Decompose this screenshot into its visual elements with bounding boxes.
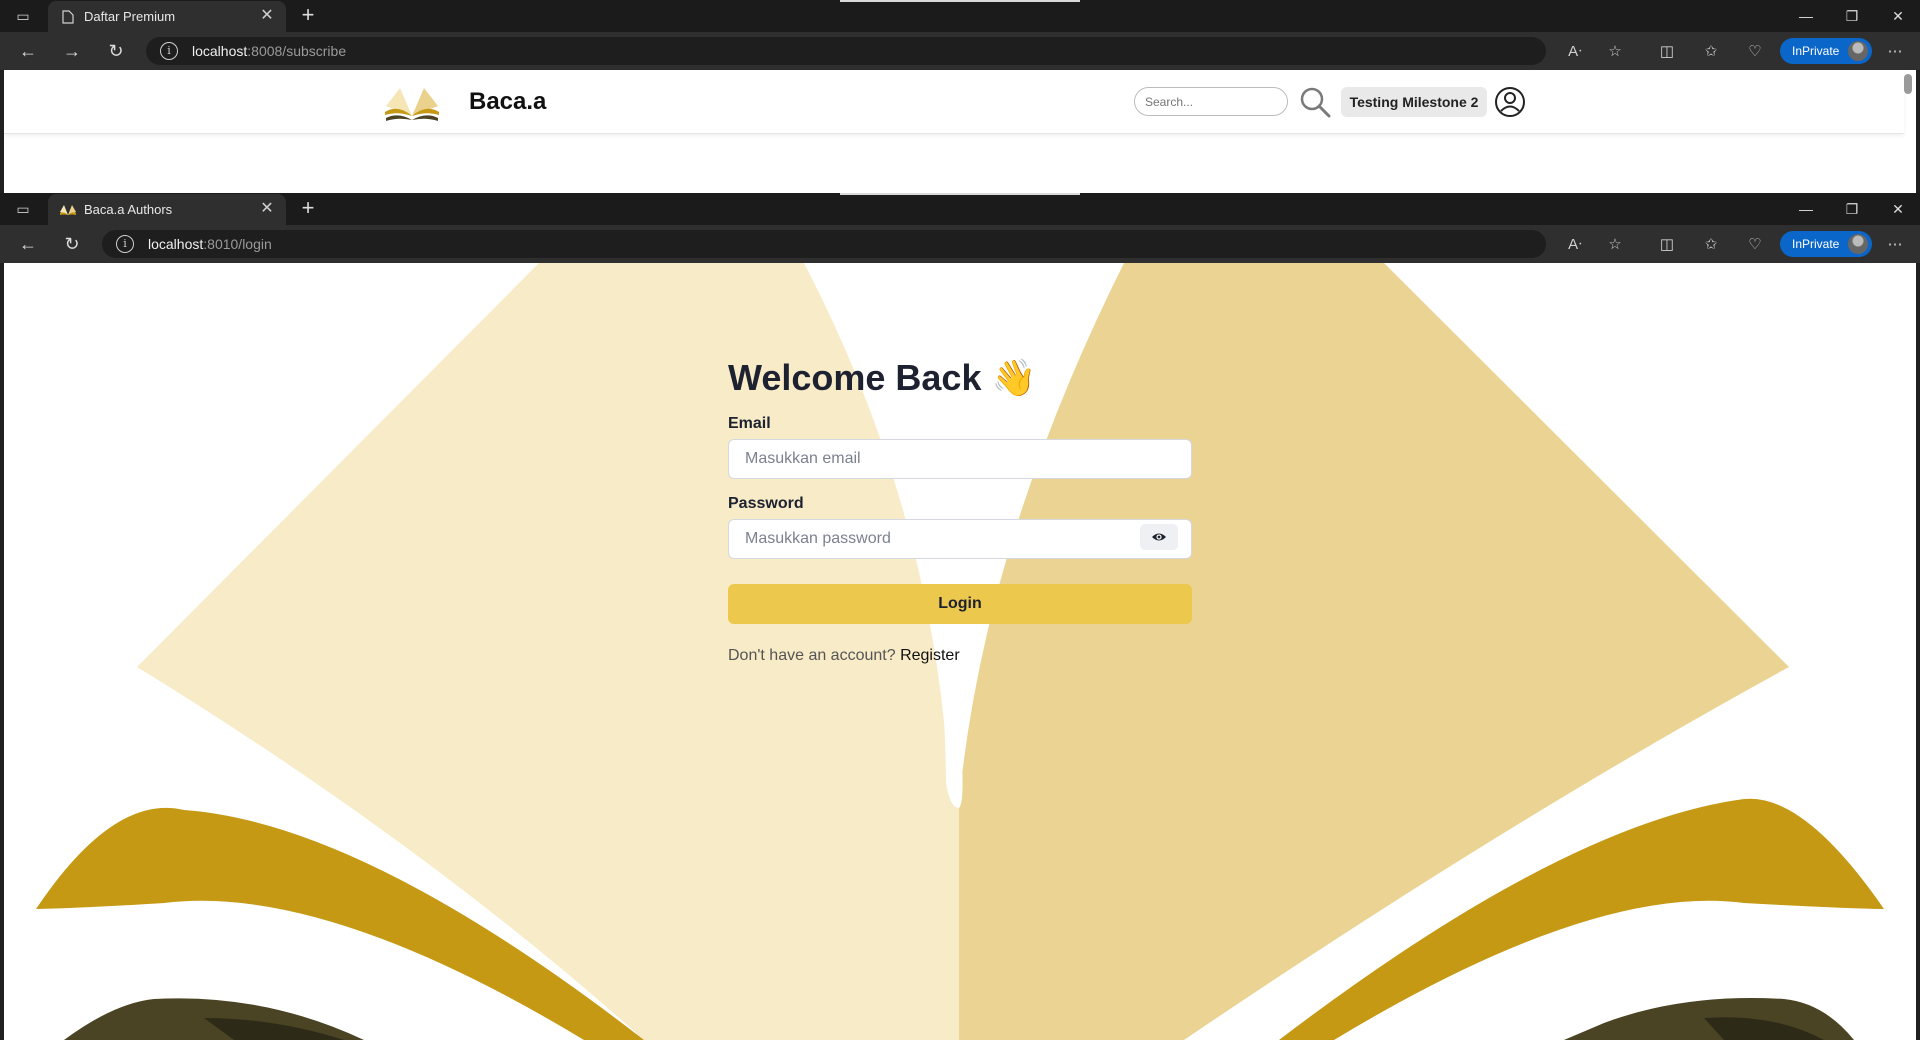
tab-baca-authors[interactable]: Baca.a Authors ✕ [48,194,286,225]
tab-actions-icon[interactable]: ▭ [12,6,34,26]
tab-bar: ▭ Daftar Premium ✕ + — ❐ ✕ [0,0,1920,32]
close-window-icon[interactable]: ✕ [1876,0,1920,32]
site-navbar: Baca.a Testing Milestone 2 [4,70,1904,134]
eye-icon [1152,533,1166,541]
account-circle-icon[interactable] [1494,86,1526,118]
search-icon[interactable] [1298,85,1332,119]
refresh-icon[interactable]: ↻ [58,231,86,257]
favorite-star-icon[interactable]: ☆ [1604,40,1626,62]
page-icon [60,9,76,25]
tab-actions-icon[interactable]: ▭ [12,199,34,219]
tab-title: Daftar Premium [84,9,176,24]
password-field[interactable] [728,519,1192,559]
welcome-heading: Welcome Back [728,357,982,398]
more-options-icon[interactable]: ⋯ [1884,233,1906,255]
search-input[interactable] [1134,87,1288,116]
favorites-icon[interactable]: ✩ [1700,40,1722,62]
waving-hand-icon: 👋 [991,357,1037,398]
user-name-button[interactable]: Testing Milestone 2 [1341,87,1487,117]
register-prompt: Don't have an account? [728,647,896,664]
read-aloud-icon[interactable]: Aᐧ [1564,40,1586,62]
close-window-icon[interactable]: ✕ [1876,193,1920,225]
password-label: Password [728,495,804,512]
address-bar[interactable]: i localhost:8010/login [102,230,1546,258]
register-link[interactable]: Register [900,647,960,664]
register-prompt-line: Don't have an account? Register [728,647,960,665]
new-tab-icon[interactable]: + [296,4,320,28]
favorites-icon[interactable]: ✩ [1700,233,1722,255]
page-title: Welcome Back 👋 [728,357,1036,399]
profile-avatar [1848,41,1868,61]
back-icon[interactable]: ← [14,231,42,257]
inprivate-badge[interactable]: InPrivate [1780,231,1872,257]
browser-essentials-icon[interactable]: ♡ [1744,40,1766,62]
favorite-star-icon[interactable]: ☆ [1604,233,1626,255]
minimize-icon[interactable]: — [1784,0,1828,32]
window-edge-line [840,193,1080,195]
page-login: Welcome Back 👋 Email Password Login Don'… [4,263,1916,1040]
browser-essentials-icon[interactable]: ♡ [1744,233,1766,255]
tab-title: Baca.a Authors [84,202,173,217]
tab-daftar-premium[interactable]: Daftar Premium ✕ [48,1,286,32]
brand-name[interactable]: Baca.a [469,88,546,116]
profile-avatar [1848,234,1868,254]
refresh-icon[interactable]: ↻ [102,38,130,64]
restore-icon[interactable]: ❐ [1830,0,1874,32]
inprivate-label: InPrivate [1792,44,1840,58]
tab-bar: ▭ Baca.a Authors ✕ + — ❐ ✕ [0,193,1920,225]
browser-toolbar: ← ↻ i localhost:8010/login Aᐧ ☆ ◫ ✩ ♡ In… [0,225,1920,263]
toggle-password-button[interactable] [1140,524,1178,550]
minimize-icon[interactable]: — [1784,193,1828,225]
close-tab-icon[interactable]: ✕ [258,200,276,218]
inprivate-label: InPrivate [1792,237,1840,251]
url-host: localhost [148,236,204,252]
window-edge-line [840,0,1080,2]
info-icon[interactable]: i [116,235,134,253]
split-screen-icon[interactable]: ◫ [1656,233,1678,255]
inprivate-badge[interactable]: InPrivate [1780,38,1872,64]
back-icon[interactable]: ← [14,38,42,64]
split-screen-icon[interactable]: ◫ [1656,40,1678,62]
read-aloud-icon[interactable]: Aᐧ [1564,233,1586,255]
new-tab-icon[interactable]: + [296,197,320,221]
info-icon[interactable]: i [160,42,178,60]
login-button[interactable]: Login [728,584,1192,624]
forward-icon[interactable]: → [58,38,86,64]
book-logo-icon[interactable] [382,82,442,122]
page-subscribe: Baca.a Testing Milestone 2 [4,70,1916,193]
book-favicon-icon [60,202,76,218]
address-bar[interactable]: i localhost:8008/subscribe [146,37,1546,65]
restore-icon[interactable]: ❐ [1830,193,1874,225]
browser-toolbar: ← → ↻ i localhost:8008/subscribe Aᐧ ☆ ◫ … [0,32,1920,70]
more-options-icon[interactable]: ⋯ [1884,40,1906,62]
close-tab-icon[interactable]: ✕ [258,7,276,25]
scrollbar-thumb[interactable] [1904,74,1912,94]
browser-window-1: ▭ Daftar Premium ✕ + — ❐ ✕ ← → ↻ i local… [0,0,1920,193]
url-path: :8010/login [203,236,272,252]
url-path: :8008/subscribe [247,43,347,59]
email-field[interactable] [728,439,1192,479]
url-host: localhost [192,43,248,59]
email-label: Email [728,415,771,432]
